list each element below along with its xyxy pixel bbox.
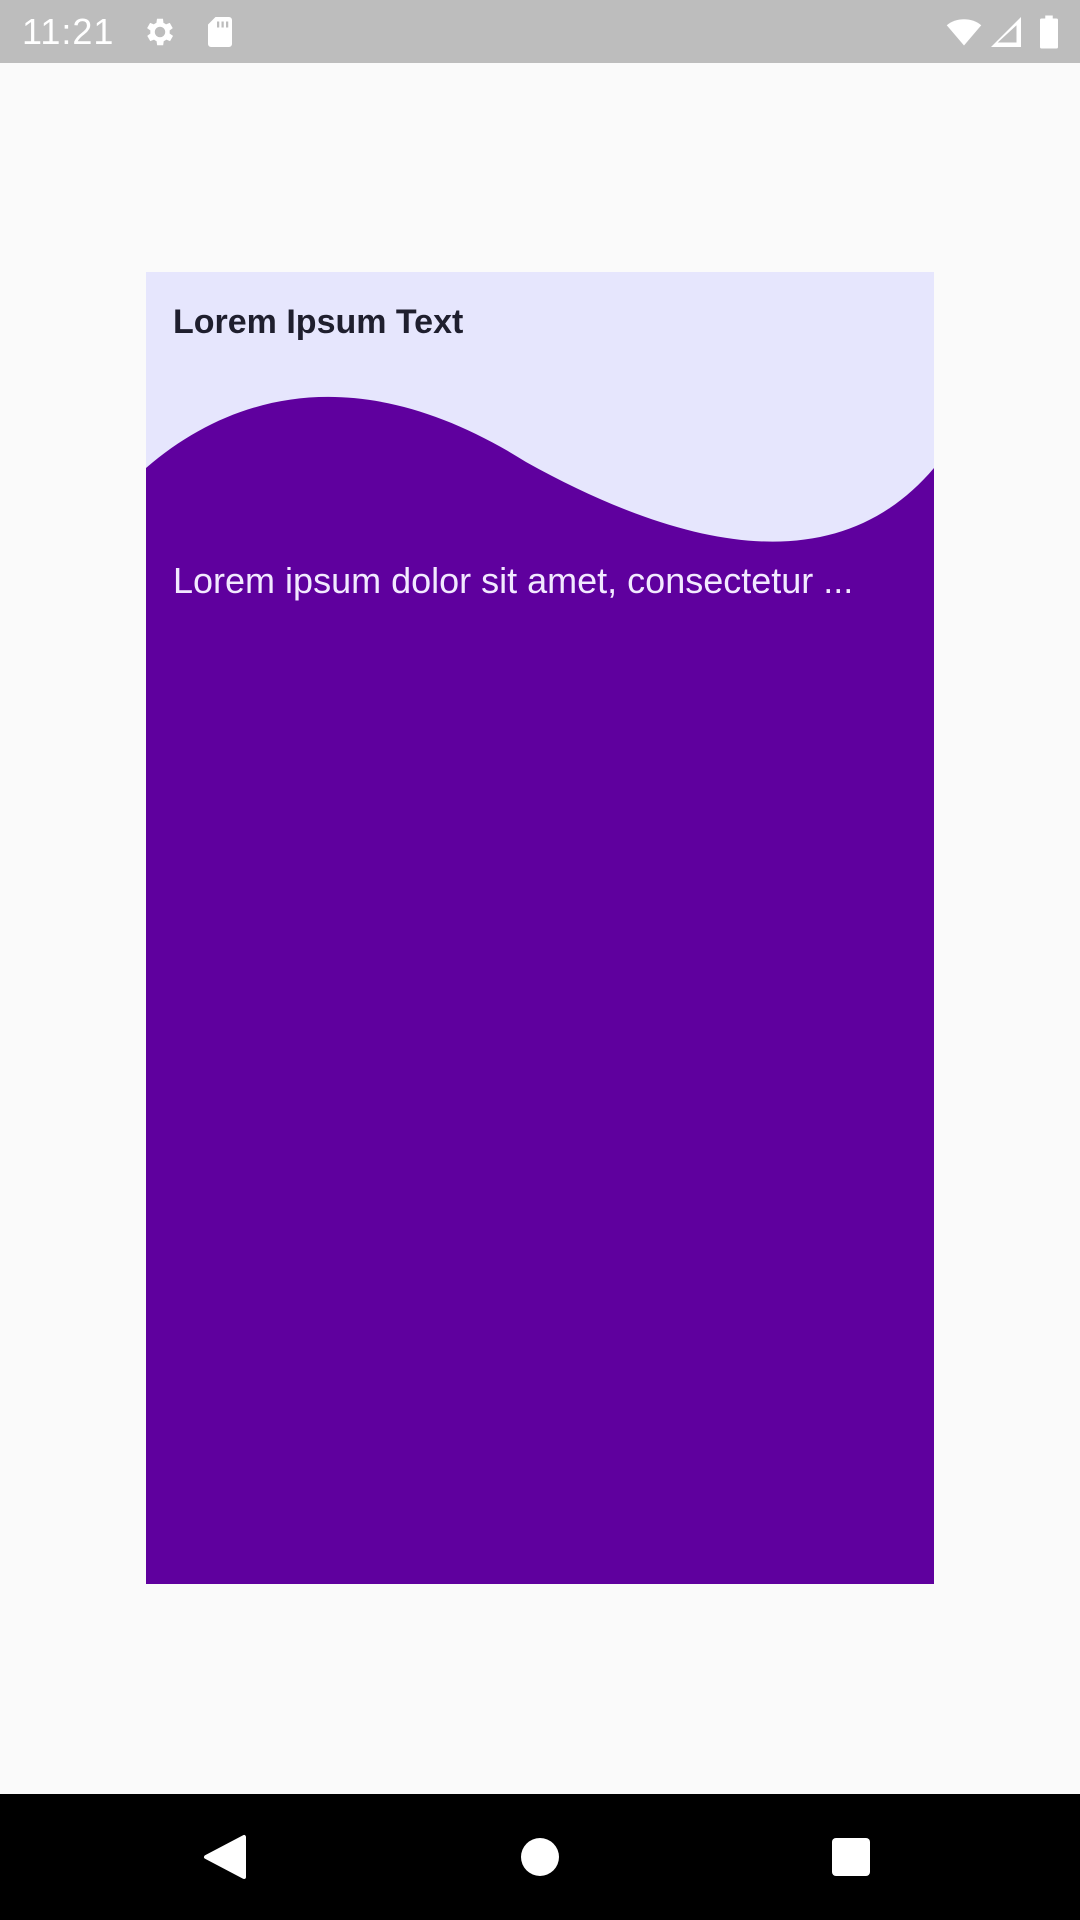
wave-card[interactable]: Lorem Ipsum Text Lorem ipsum dolor sit a…: [146, 272, 934, 1584]
card-body-text: Lorem ipsum dolor sit amet, consectetur …: [173, 560, 854, 601]
recents-icon[interactable]: [821, 1827, 881, 1887]
home-icon[interactable]: [510, 1827, 570, 1887]
back-icon[interactable]: [196, 1827, 256, 1887]
settings-icon: [142, 14, 178, 50]
app-screen: 11:21 Lorem Ipsum Text Lorem ipsum dolor…: [0, 0, 1080, 1920]
sd-card-icon: [202, 14, 238, 50]
wifi-icon: [944, 14, 984, 50]
card-title: Lorem Ipsum Text: [173, 303, 464, 341]
status-bar: 11:21: [0, 0, 1080, 63]
wave-shape: [146, 396, 934, 1584]
navigation-bar: [0, 1794, 1080, 1920]
cellular-signal-icon: [988, 14, 1024, 50]
battery-icon: [1036, 14, 1062, 50]
status-time: 11:21: [22, 11, 115, 52]
